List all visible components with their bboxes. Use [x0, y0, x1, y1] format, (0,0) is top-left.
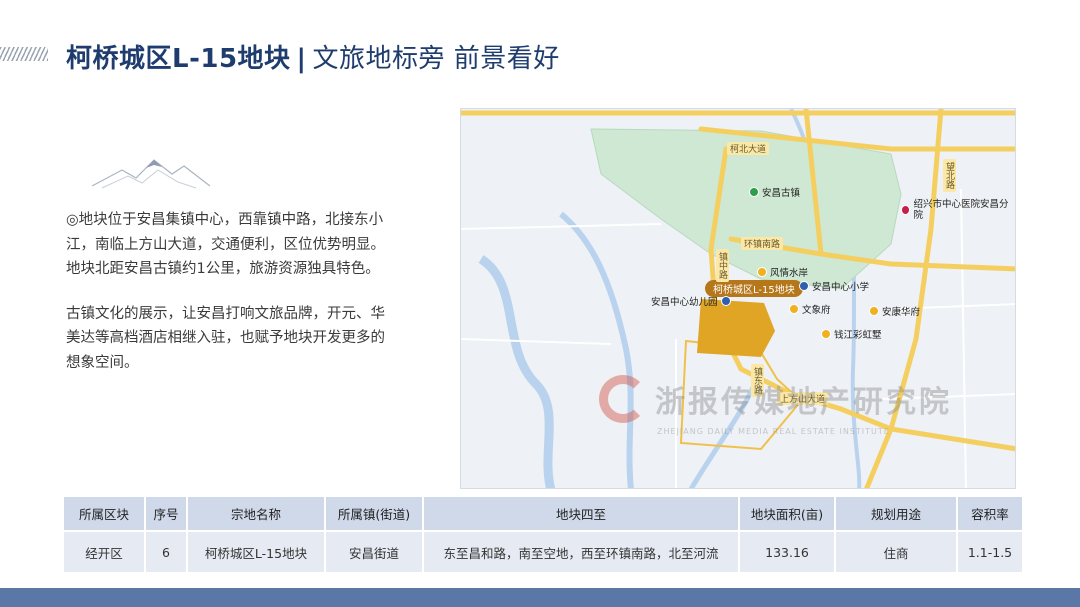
table-cell: 柯桥城区L-15地块	[188, 532, 324, 572]
watermark: 浙报传媒地产研究院 ZHEJIANG DAILY MEDIA REAL ESTA…	[599, 375, 952, 436]
road-label-huanzhen: 环镇南路	[741, 237, 784, 250]
road-label-kebei: 柯北大道	[727, 142, 770, 155]
location-map[interactable]: 柯桥城区L-15地块 柯北大道 环镇南路 镇中路 上方山大道 望北路 镇东路 安…	[460, 108, 1016, 489]
poi-qianjiang-caihongshu[interactable]: 钱江彩虹墅	[821, 327, 882, 341]
description: ◎地块位于安昌集镇中心，西靠镇中路，北接东小江，南临上方山大道，交通便利，区位优…	[66, 208, 386, 375]
table-header-cell: 序号	[146, 497, 186, 530]
table-cell: 6	[146, 532, 186, 572]
land-info-table: 所属区块 序号 宗地名称 所属镇(街道) 地块四至 地块面积(亩) 规划用途 容…	[62, 497, 1024, 572]
poi-central-primary-school[interactable]: 安昌中心小学	[799, 279, 869, 293]
table-header-cell: 所属镇(街道)	[326, 497, 422, 530]
road-label-zhenzhong: 镇中路	[716, 249, 729, 282]
mountain-decoration	[92, 159, 210, 189]
table-cell: 住商	[836, 532, 956, 572]
page-title-separator: |	[296, 44, 307, 74]
poi-fengqing-shuian[interactable]: 风情水岸	[757, 265, 808, 279]
watermark-logo-icon	[599, 375, 647, 423]
poi-ankang-huafu[interactable]: 安康华府	[869, 304, 920, 318]
table-header-cell: 地块四至	[424, 497, 738, 530]
table-header-cell: 地块面积(亩)	[740, 497, 834, 530]
table-header-row: 所属区块 序号 宗地名称 所属镇(街道) 地块四至 地块面积(亩) 规划用途 容…	[64, 497, 1022, 530]
school-marker-icon	[799, 281, 809, 291]
watermark-text-en: ZHEJIANG DAILY MEDIA REAL ESTATE INSTITU…	[657, 427, 890, 436]
table-header-cell: 所属区块	[64, 497, 144, 530]
description-para-2: 古镇文化的展示，让安昌打响文旅品牌，开元、华美达等高档酒店相继入驻，也赋予地块开…	[66, 305, 385, 371]
poi-wenxiangfu[interactable]: 文象府	[789, 302, 831, 316]
poi-hospital[interactable]: 绍兴市中心医院安昌分院	[901, 199, 1011, 221]
table-cell: 东至昌和路，南至空地，西至环镇南路，北至河流	[424, 532, 738, 572]
poi-marker-icon	[749, 187, 759, 197]
table-row: 经开区 6 柯桥城区L-15地块 安昌街道 东至昌和路，南至空地，西至环镇南路，…	[64, 532, 1022, 572]
poi-central-kindergarten[interactable]: 安昌中心幼儿园	[651, 294, 734, 308]
watermark-text: 浙报传媒地产研究院	[655, 385, 952, 420]
table-header-cell: 宗地名称	[188, 497, 324, 530]
hospital-marker-icon	[901, 205, 911, 215]
poi-anchang-ancient-town[interactable]: 安昌古镇	[749, 185, 800, 199]
table-cell: 经开区	[64, 532, 144, 572]
footer-bar	[0, 588, 1080, 607]
poi-marker-icon	[821, 329, 831, 339]
poi-marker-icon	[869, 306, 879, 316]
page-title-sub: 文旅地标旁 前景看好	[312, 44, 560, 74]
description-para-1: ◎地块位于安昌集镇中心，西靠镇中路，北接东小江，南临上方山大道，交通便利，区位优…	[66, 212, 385, 277]
road-label-wangbei: 望北路	[943, 159, 956, 192]
table-header-cell: 容积率	[958, 497, 1022, 530]
title-decoration-hatch	[0, 47, 48, 61]
school-marker-icon	[720, 296, 731, 306]
poi-marker-icon	[789, 304, 799, 314]
table-cell: 133.16	[740, 532, 834, 572]
poi-marker-icon	[757, 267, 767, 277]
page-title-main: 柯桥城区L-15地块	[66, 44, 291, 74]
table-header-cell: 规划用途	[836, 497, 956, 530]
page-title: 柯桥城区L-15地块 | 文旅地标旁 前景看好	[66, 38, 560, 75]
table-cell: 安昌街道	[326, 532, 422, 572]
table-cell: 1.1-1.5	[958, 532, 1022, 572]
